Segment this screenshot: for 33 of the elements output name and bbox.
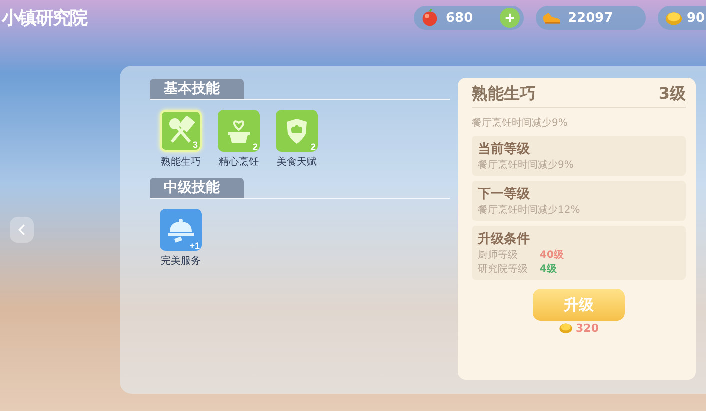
skill-item[interactable]: +1 完美服务 (160, 209, 202, 268)
skill-description: 餐厅烹饪时间减少9% (472, 116, 569, 130)
skill-item[interactable]: 2 美食天赋 (276, 110, 318, 169)
skill-level-label: 3级 (658, 84, 686, 105)
skill-level: 3 (192, 140, 198, 150)
requirement-label: 研究院等级 (478, 262, 529, 276)
skill-level: 2 (310, 142, 316, 152)
section-title: 中级技能 (150, 178, 244, 198)
requirement-label: 厨师等级 (478, 249, 519, 262)
currency-amount: 680 (446, 10, 474, 26)
section-title: 基本技能 (150, 79, 244, 99)
currency-amount: 90 (687, 10, 706, 26)
add-button[interactable] (500, 8, 520, 28)
plus-icon (505, 13, 515, 23)
chevron-left-icon (18, 224, 26, 236)
block-title: 下一等级 (478, 186, 531, 203)
skill-item[interactable]: 2 精心烹饪 (218, 110, 260, 169)
currency-amount: 22097 (568, 10, 614, 26)
upgrade-cost: 320 (576, 322, 599, 334)
skill-item[interactable]: 3 熟能生巧 (160, 110, 202, 169)
block-title: 升级条件 (478, 231, 531, 248)
coin-icon (559, 321, 574, 335)
block-text: 餐厅烹饪时间减少9% (478, 158, 575, 172)
requirement-value: 40级 (540, 248, 564, 262)
block-text: 餐厅烹饪时间减少12% (478, 204, 582, 217)
skill-level: +1 (190, 241, 200, 251)
skill-level: 2 (252, 142, 258, 152)
previous-arrow-button[interactable] (10, 217, 34, 243)
block-title: 当前等级 (478, 141, 531, 158)
screen-title: 小镇研究院 (0, 7, 87, 30)
requirement-value: 4级 (540, 262, 557, 276)
apple-icon (420, 9, 440, 27)
skill-name: 熟能生巧 (472, 84, 536, 105)
